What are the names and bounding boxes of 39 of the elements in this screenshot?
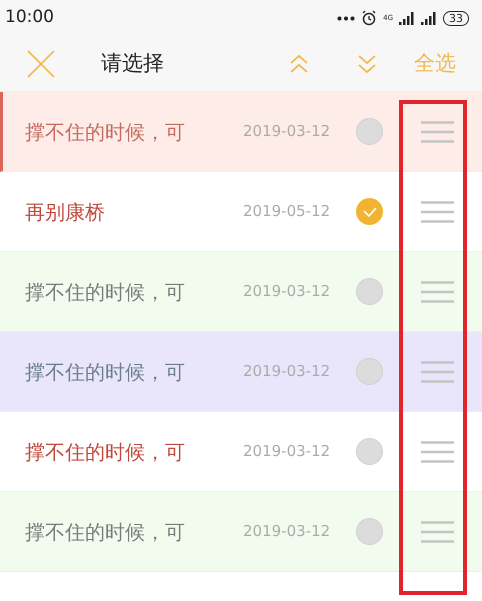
checkbox[interactable] — [356, 118, 384, 145]
drag-handle-icon[interactable] — [421, 200, 454, 222]
row-title: 撑不住的时候，可 — [25, 518, 186, 546]
drag-handle-icon[interactable] — [421, 120, 454, 142]
double-chevron-down-icon — [358, 54, 376, 74]
list-row[interactable]: 撑不住的时候，可 2019-03-12 — [0, 492, 482, 572]
check-icon — [362, 206, 377, 216]
drag-handle-icon[interactable] — [421, 280, 454, 302]
more-icon — [337, 16, 356, 20]
checkbox[interactable] — [356, 518, 384, 545]
list-row[interactable]: 撑不住的时候，可 2019-03-12 — [0, 332, 482, 412]
row-date: 2019-05-12 — [243, 201, 330, 222]
signal-icon — [399, 12, 415, 24]
checkbox[interactable] — [356, 358, 384, 385]
row-date: 2019-03-12 — [243, 281, 330, 302]
drag-handle-icon[interactable] — [421, 520, 454, 542]
row-date: 2019-03-12 — [243, 361, 330, 382]
row-title: 撑不住的时候，可 — [25, 118, 186, 146]
list-row[interactable]: 撑不住的时候，可 2019-03-12 — [0, 252, 482, 332]
alarm-icon — [361, 10, 378, 26]
battery-indicator: 33 — [443, 10, 469, 26]
status-time: 10:00 — [5, 6, 54, 30]
row-date: 2019-03-12 — [243, 441, 330, 462]
checkbox[interactable] — [356, 438, 384, 465]
close-icon — [27, 50, 55, 78]
row-date: 2019-03-12 — [243, 121, 330, 142]
drag-handle-icon[interactable] — [421, 440, 454, 462]
row-title: 撑不住的时候，可 — [25, 278, 186, 306]
checkbox[interactable] — [356, 278, 384, 305]
list-row[interactable]: 撑不住的时候，可 2019-03-12 — [0, 92, 482, 172]
checkbox[interactable] — [356, 198, 384, 225]
signal-icon — [421, 12, 437, 24]
double-chevron-up-icon — [290, 54, 308, 74]
row-title: 撑不住的时候，可 — [25, 438, 186, 466]
drag-handle-icon[interactable] — [421, 360, 454, 382]
row-title: 再别康桥 — [25, 198, 106, 226]
page-title: 请选择 — [101, 50, 164, 77]
row-date: 2019-03-12 — [243, 521, 330, 542]
row-title: 撑不住的时候，可 — [25, 358, 186, 386]
